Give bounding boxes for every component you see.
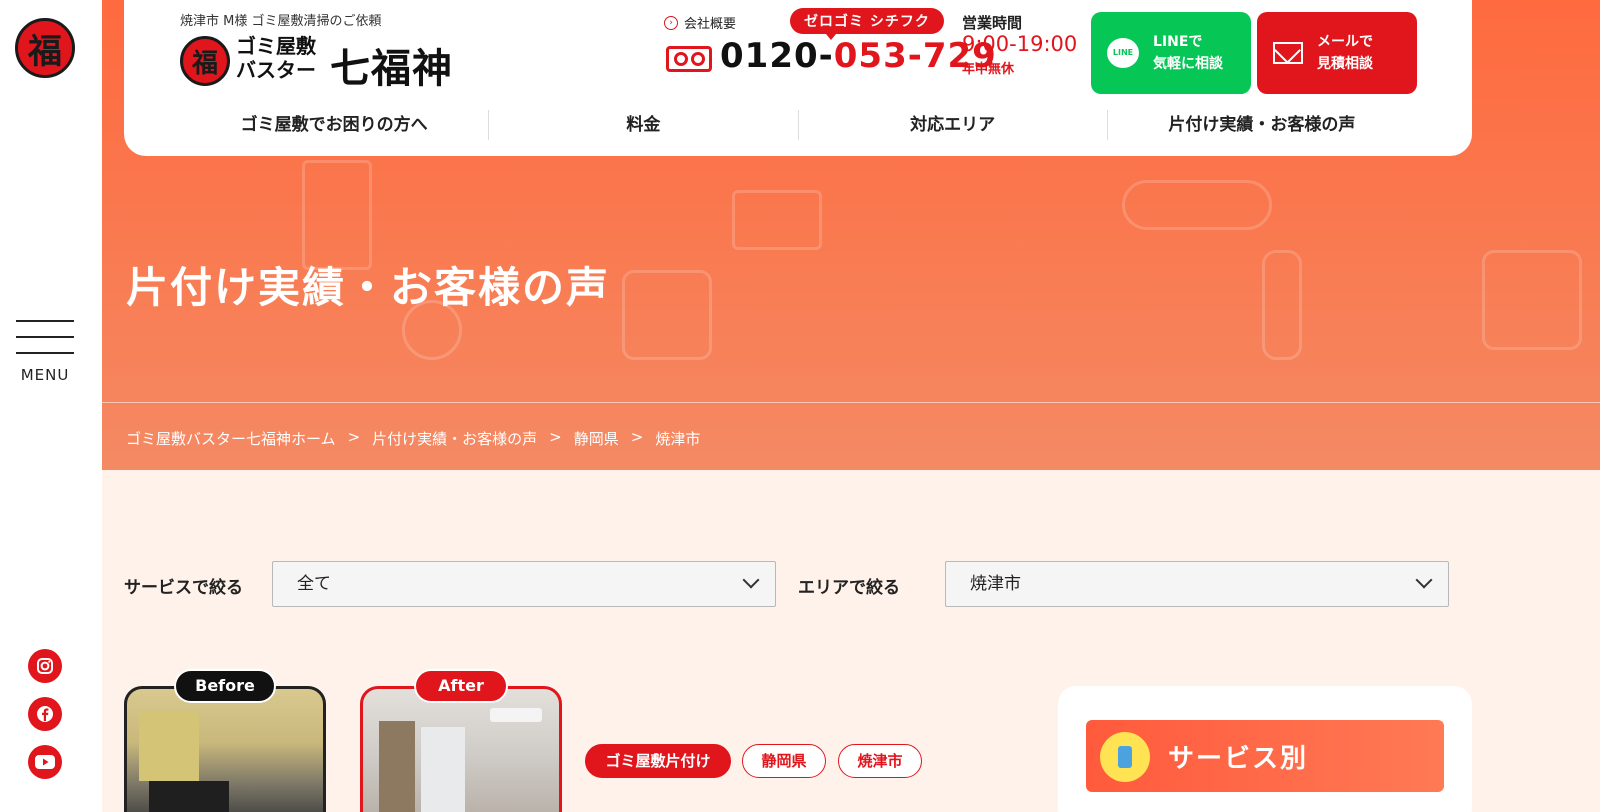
line-consult-button[interactable]: LINE LINEで 気軽に相談: [1091, 12, 1251, 94]
decor-brush: [732, 190, 822, 250]
chevron-down-icon: [1415, 571, 1433, 589]
service-category-header[interactable]: サービス別: [1086, 720, 1444, 792]
decor-broom: [1122, 180, 1272, 230]
line-button-label: LINEで 気軽に相談: [1153, 31, 1223, 75]
service-filter-select[interactable]: 全て: [272, 561, 776, 607]
phone-number[interactable]: 0120-053-729: [720, 36, 997, 76]
brand-name[interactable]: 七福神: [330, 36, 453, 94]
facebook-icon[interactable]: [28, 697, 62, 731]
chevron-down-icon: [742, 571, 760, 589]
brand-subtitle[interactable]: ゴミ屋敷バスター: [236, 34, 328, 82]
hero-divider: [102, 402, 1600, 403]
cleaning-icon: [1100, 732, 1150, 782]
chevron-right-icon: ›: [664, 15, 678, 30]
left-sidebar: 福 MENU: [0, 0, 102, 812]
global-nav: ゴミ屋敷でお困りの方へ 料金 対応エリア 片付け実績・お客様の声: [180, 110, 1416, 140]
site-header: 焼津市 M様 ゴミ屋敷清掃のご依頼 福 ゴミ屋敷バスター 七福神 › 会社概要 …: [124, 0, 1472, 156]
decor-bottle: [1262, 250, 1302, 360]
menu-label: MENU: [20, 366, 70, 384]
breadcrumb-separator: >: [630, 428, 644, 446]
business-hours-label: 営業時間: [962, 14, 1023, 32]
decor-bucket: [1482, 250, 1582, 350]
mail-button-line1: メールで: [1317, 34, 1373, 50]
menu-button[interactable]: MENU: [16, 320, 74, 386]
company-overview-link[interactable]: › 会社概要: [664, 13, 736, 32]
before-photo[interactable]: [124, 686, 326, 812]
service-category-title: サービス別: [1168, 744, 1309, 774]
business-hours-note: 年中無休: [962, 62, 1015, 77]
tag-service[interactable]: ゴミ屋敷片付け: [585, 744, 731, 778]
after-badge: After: [414, 669, 508, 703]
area-filter-value: 焼津市: [970, 574, 1021, 594]
facebook-glyph: [37, 706, 53, 722]
line-icon: LINE: [1107, 38, 1139, 68]
freedial-icon: [666, 46, 712, 72]
mail-button-line2: 見積相談: [1317, 56, 1373, 72]
instagram-icon[interactable]: [28, 649, 62, 683]
breadcrumb-city: 焼津市: [655, 430, 701, 448]
mail-icon: [1273, 42, 1303, 64]
nav-item-cases[interactable]: 片付け実績・お客様の声: [1106, 110, 1416, 140]
youtube-glyph: [35, 755, 55, 769]
service-sidebar-panel: サービス別: [1058, 686, 1472, 812]
tag-city[interactable]: 焼津市: [838, 744, 922, 778]
breadcrumb-separator: >: [347, 428, 361, 446]
before-badge: Before: [174, 669, 276, 703]
breadcrumb-separator: >: [549, 428, 562, 446]
service-filter-value: 全て: [297, 574, 331, 594]
breadcrumb-home[interactable]: ゴミ屋敷バスター七福神ホーム: [126, 428, 336, 449]
decor-bucket: [622, 270, 712, 360]
line-button-line1: LINEで: [1153, 34, 1203, 50]
nav-item-pricing[interactable]: 料金: [488, 110, 797, 140]
nav-item-troubled[interactable]: ゴミ屋敷でお困りの方へ: [180, 110, 488, 140]
air-conditioner-detail: [490, 708, 542, 722]
business-hours: 9:00-19:00: [962, 32, 1078, 56]
breadcrumb-cases[interactable]: 片付け実績・お客様の声: [372, 428, 537, 449]
menu-bar: [16, 336, 74, 338]
shichifukujin-logo-icon[interactable]: 福: [15, 18, 75, 78]
menu-bar: [16, 320, 74, 322]
phone-prefix: 0120-: [720, 36, 834, 76]
service-filter-label: サービスで絞る: [124, 578, 243, 598]
mail-button-label: メールで 見積相談: [1317, 31, 1373, 75]
instagram-glyph: [37, 658, 53, 674]
breadcrumb-prefecture[interactable]: 静岡県: [574, 428, 619, 449]
company-overview-label: 会社概要: [684, 17, 737, 32]
nav-item-area[interactable]: 対応エリア: [797, 110, 1107, 140]
area-filter-label: エリアで絞る: [798, 578, 900, 598]
menu-bar: [16, 352, 74, 354]
catchphrase-badge: ゼロゴミ シチフク: [790, 8, 944, 40]
breadcrumb: ゴミ屋敷バスター七福神ホーム > 片付け実績・お客様の声 > 静岡県 > 焼津市: [126, 428, 700, 449]
brand-logo-icon[interactable]: 福: [180, 36, 230, 86]
after-photo[interactable]: [360, 686, 562, 812]
page-title: 片付け実績・お客様の声: [126, 263, 611, 312]
tag-prefecture[interactable]: 静岡県: [742, 744, 826, 778]
line-button-line2: 気軽に相談: [1153, 56, 1223, 72]
header-tagline: 焼津市 M様 ゴミ屋敷清掃のご依頼: [180, 14, 382, 29]
mail-estimate-button[interactable]: メールで 見積相談: [1257, 12, 1417, 94]
area-filter-select[interactable]: 焼津市: [945, 561, 1449, 607]
youtube-icon[interactable]: [28, 745, 62, 779]
